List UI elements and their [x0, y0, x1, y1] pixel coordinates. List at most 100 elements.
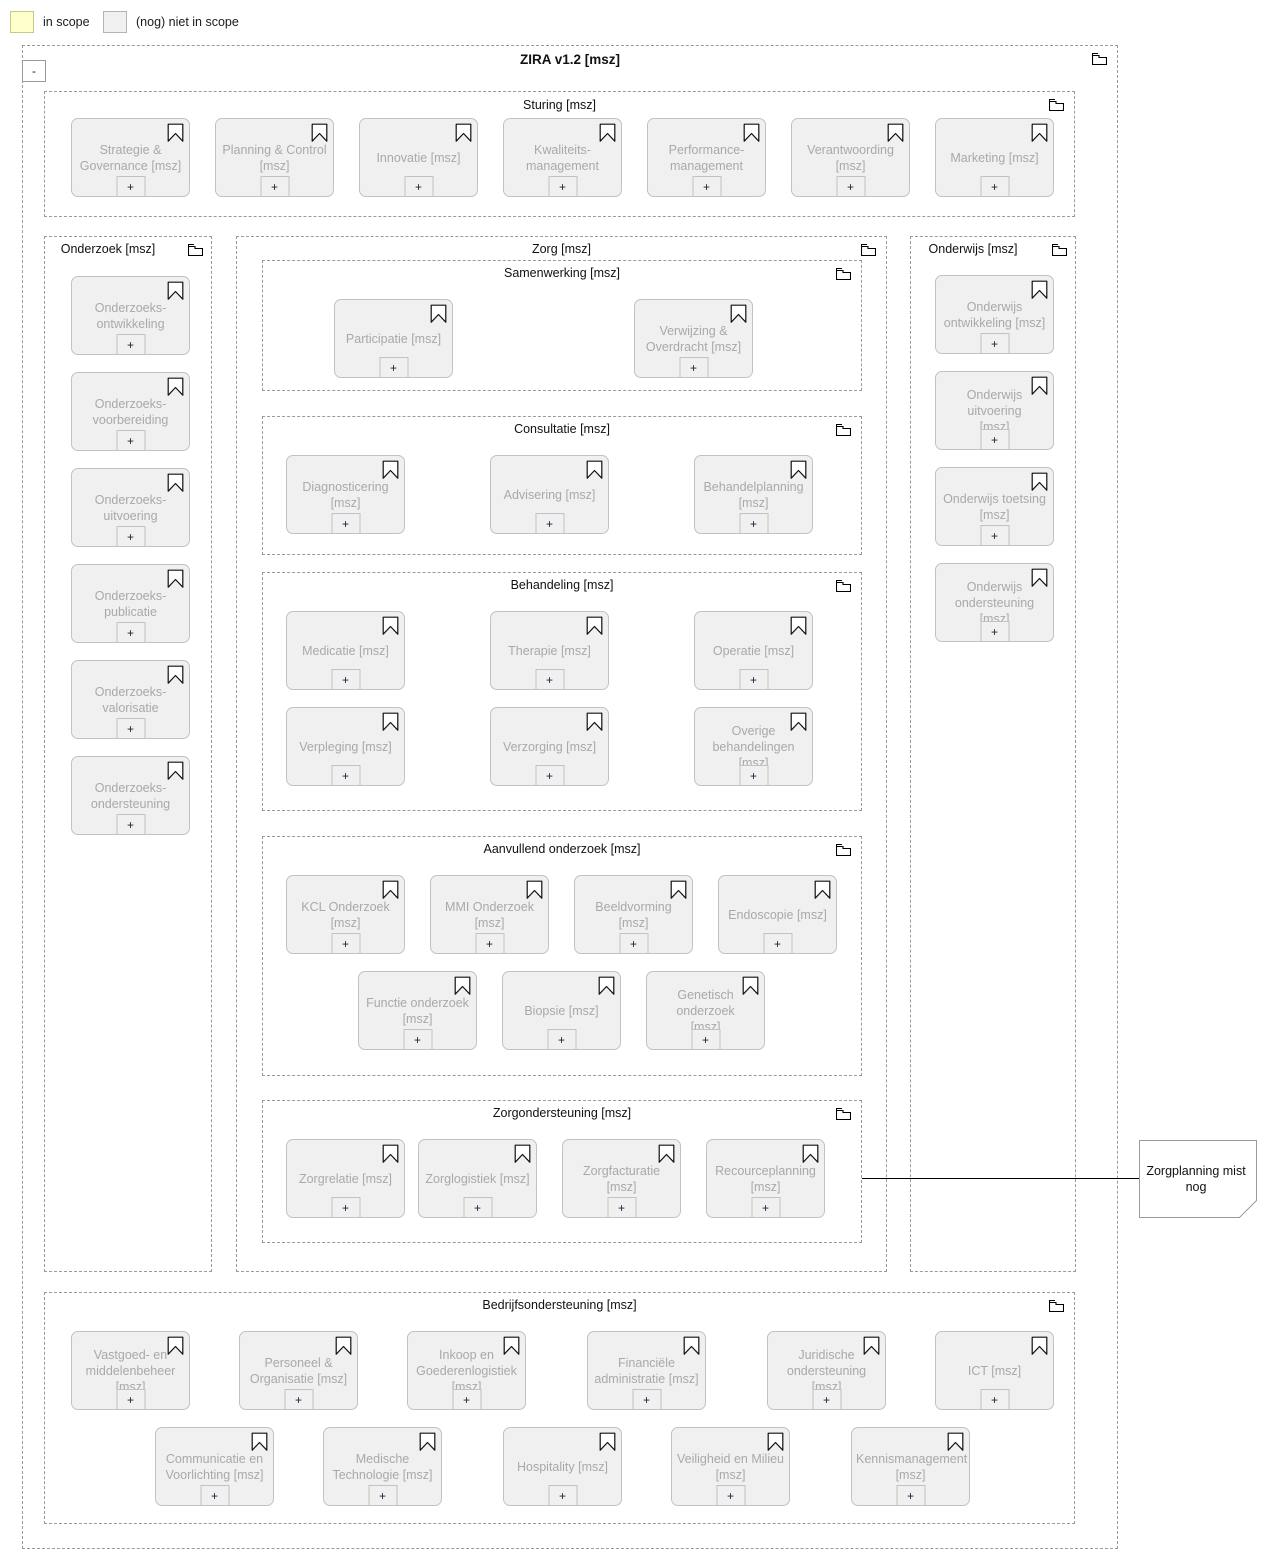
expand-button[interactable]: + [368, 1485, 397, 1506]
expand-button[interactable]: + [116, 176, 145, 197]
capability-onderzoekspublicatie[interactable]: Onderzoeks- publicatie + [71, 564, 190, 643]
capability-diagnosticering[interactable]: Diagnosticering [msz] + [286, 455, 405, 534]
capability-planning-control[interactable]: Planning & Control [msz] + [215, 118, 334, 197]
capability-biopsie[interactable]: Biopsie [msz] + [502, 971, 621, 1050]
capability-onderzoeksuitvoering[interactable]: Onderzoeks- uitvoering + [71, 468, 190, 547]
expand-button[interactable]: + [691, 1029, 720, 1050]
capability-vastgoed-middelenbeheer[interactable]: Vastgoed- en middelenbeheer [msz] + [71, 1331, 190, 1410]
expand-button[interactable]: + [548, 1485, 577, 1506]
expand-button[interactable]: + [548, 176, 577, 197]
capability-kcl-onderzoek[interactable]: KCL Onderzoek [msz] + [286, 875, 405, 954]
capability-beeldvorming[interactable]: Beeldvorming [msz] + [574, 875, 693, 954]
expand-button[interactable]: + [331, 933, 360, 954]
expand-button[interactable]: + [980, 1389, 1009, 1410]
capability-zorgfacturatie[interactable]: Zorgfacturatie [msz] + [562, 1139, 681, 1218]
capability-functie-onderzoek[interactable]: Functie onderzoek [msz] + [358, 971, 477, 1050]
capability-advisering[interactable]: Advisering [msz] + [490, 455, 609, 534]
expand-button[interactable]: + [980, 525, 1009, 546]
expand-button[interactable]: + [692, 176, 721, 197]
capability-operatie[interactable]: Operatie [msz] + [694, 611, 813, 690]
expand-button[interactable]: + [535, 765, 564, 786]
expand-button[interactable]: + [980, 176, 1009, 197]
expand-button[interactable]: + [331, 1197, 360, 1218]
expand-button[interactable]: + [116, 526, 145, 547]
folder-icon[interactable] [1092, 53, 1107, 65]
expand-button[interactable]: + [836, 176, 865, 197]
expand-button[interactable]: + [547, 1029, 576, 1050]
capability-kwaliteitsmanagement[interactable]: Kwaliteits- management + [503, 118, 622, 197]
folder-icon[interactable] [836, 268, 851, 280]
expand-button[interactable]: + [679, 357, 708, 378]
expand-button[interactable]: + [535, 513, 564, 534]
folder-icon[interactable] [836, 844, 851, 856]
expand-button[interactable]: + [739, 669, 768, 690]
capability-recourceplanning[interactable]: Recourceplanning [msz] + [706, 1139, 825, 1218]
folder-icon[interactable] [1052, 244, 1067, 256]
capability-juridische-ondersteuning[interactable]: Juridische ondersteuning [msz] + [767, 1331, 886, 1410]
expand-button[interactable]: + [379, 357, 408, 378]
expand-button[interactable]: + [116, 718, 145, 739]
capability-genetisch-onderzoek[interactable]: Genetisch onderzoek [msz] + [646, 971, 765, 1050]
folder-icon[interactable] [1049, 1300, 1064, 1312]
capability-medicatie[interactable]: Medicatie [msz] + [286, 611, 405, 690]
capability-kennismanagement[interactable]: Kennismanagement [msz] + [851, 1427, 970, 1506]
capability-behandelplanning[interactable]: Behandelplanning [msz] + [694, 455, 813, 534]
folder-icon[interactable] [836, 1108, 851, 1120]
expand-button[interactable]: + [116, 1389, 145, 1410]
capability-veiligheid-milieu[interactable]: Veiligheid en Milieu [msz] + [671, 1427, 790, 1506]
capability-participatie[interactable]: Participatie [msz] + [334, 299, 453, 378]
expand-button[interactable]: + [452, 1389, 481, 1410]
expand-button[interactable]: + [896, 1485, 925, 1506]
expand-button[interactable]: + [284, 1389, 313, 1410]
expand-button[interactable]: + [404, 176, 433, 197]
capability-verwijzing-overdracht[interactable]: Verwijzing & Overdracht [msz] + [634, 299, 753, 378]
expand-button[interactable]: + [619, 933, 648, 954]
capability-zorglogistiek[interactable]: Zorglogistiek [msz] + [418, 1139, 537, 1218]
capability-zorgrelatie[interactable]: Zorgrelatie [msz] + [286, 1139, 405, 1218]
capability-inkoop-goederenlogistiek[interactable]: Inkoop en Goederenlogistiek [msz] + [407, 1331, 526, 1410]
capability-onderzoeksondersteuning[interactable]: Onderzoeks- ondersteuning + [71, 756, 190, 835]
capability-onderwijs-ontwikkeling[interactable]: Onderwijs ontwikkeling [msz] + [935, 275, 1054, 354]
folder-icon[interactable] [861, 244, 876, 256]
capability-onderzoeksontwikkeling[interactable]: Onderzoeks- ontwikkeling + [71, 276, 190, 355]
expand-button[interactable]: + [632, 1389, 661, 1410]
expand-button[interactable]: + [116, 622, 145, 643]
expand-button[interactable]: + [403, 1029, 432, 1050]
capability-verantwoording[interactable]: Verantwoording [msz] + [791, 118, 910, 197]
capability-onderzoeksvoorbereiding[interactable]: Onderzoeks- voorbereiding + [71, 372, 190, 451]
expand-button[interactable]: + [980, 621, 1009, 642]
expand-button[interactable]: + [535, 669, 564, 690]
collapse-button[interactable]: - [22, 60, 46, 82]
expand-button[interactable]: + [716, 1485, 745, 1506]
expand-button[interactable]: + [475, 933, 504, 954]
capability-communicatie-voorlichting[interactable]: Communicatie en Voorlichting [msz] + [155, 1427, 274, 1506]
capability-verpleging[interactable]: Verpleging [msz] + [286, 707, 405, 786]
expand-button[interactable]: + [463, 1197, 492, 1218]
capability-mmi-onderzoek[interactable]: MMI Onderzoek [msz] + [430, 875, 549, 954]
capability-onderwijs-toetsing[interactable]: Onderwijs toetsing [msz] + [935, 467, 1054, 546]
expand-button[interactable]: + [116, 334, 145, 355]
capability-onderwijs-uitvoering[interactable]: Onderwijs uitvoering [msz] + [935, 371, 1054, 450]
capability-marketing[interactable]: Marketing [msz] + [935, 118, 1054, 197]
capability-ict[interactable]: ICT [msz] + [935, 1331, 1054, 1410]
capability-onderwijs-ondersteuning[interactable]: Onderwijs ondersteuning [msz] + [935, 563, 1054, 642]
capability-hospitality[interactable]: Hospitality [msz] + [503, 1427, 622, 1506]
expand-button[interactable]: + [331, 513, 360, 534]
capability-verzorging[interactable]: Verzorging [msz] + [490, 707, 609, 786]
capability-strategie-governance[interactable]: Strategie & Governance [msz] + [71, 118, 190, 197]
capability-medische-technologie[interactable]: Medische Technologie [msz] + [323, 1427, 442, 1506]
expand-button[interactable]: + [751, 1197, 780, 1218]
expand-button[interactable]: + [980, 333, 1009, 354]
expand-button[interactable]: + [812, 1389, 841, 1410]
capability-endoscopie[interactable]: Endoscopie [msz] + [718, 875, 837, 954]
expand-button[interactable]: + [739, 765, 768, 786]
capability-performancemanagement[interactable]: Performance- management + [647, 118, 766, 197]
expand-button[interactable]: + [980, 429, 1009, 450]
expand-button[interactable]: + [331, 765, 360, 786]
expand-button[interactable]: + [116, 814, 145, 835]
expand-button[interactable]: + [739, 513, 768, 534]
expand-button[interactable]: + [116, 430, 145, 451]
capability-financiele-administratie[interactable]: Financiële administratie [msz] + [587, 1331, 706, 1410]
expand-button[interactable]: + [200, 1485, 229, 1506]
capability-personeel-organisatie[interactable]: Personeel & Organisatie [msz] + [239, 1331, 358, 1410]
